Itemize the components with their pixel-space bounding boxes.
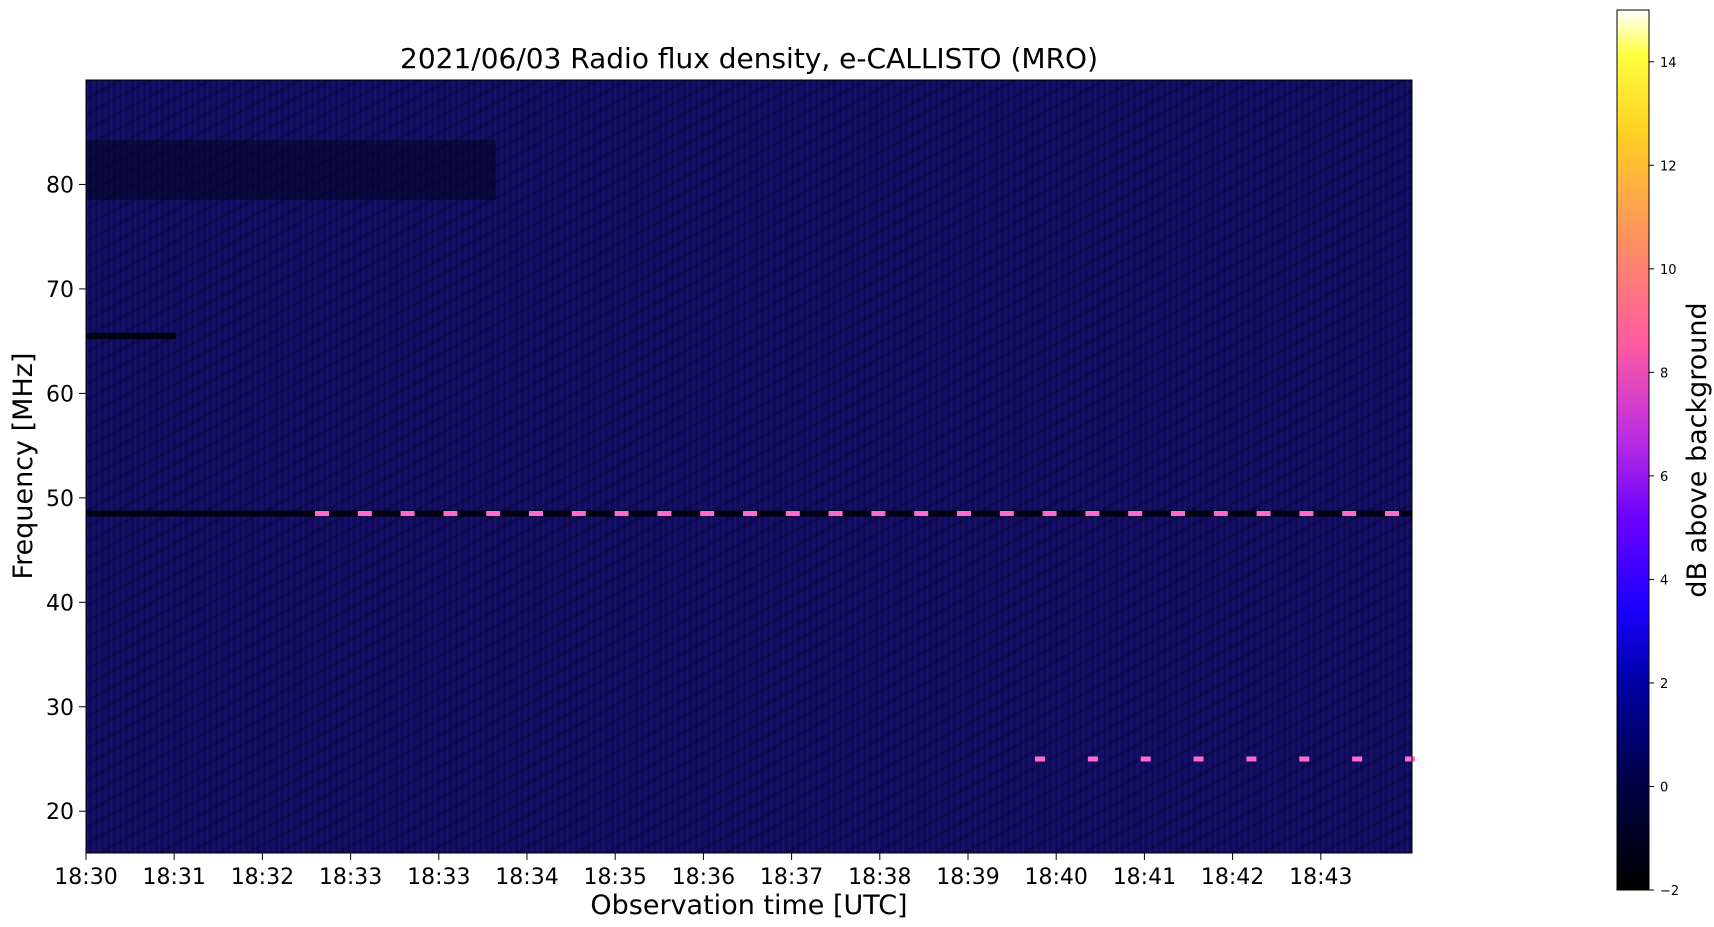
y-tick-label: 50 <box>46 487 74 512</box>
colorbar-tick-label: 14 <box>1660 56 1677 71</box>
bright-band-segment <box>1385 511 1399 517</box>
bright-band-segment <box>1042 511 1057 517</box>
x-tick-label: 18:32 <box>231 865 294 890</box>
bright-band-segment <box>1299 756 1310 762</box>
spectrogram-chart: 2021/06/03 Radio flux density, e-CALLIST… <box>8 9 1713 921</box>
bright-band-segment <box>657 511 672 517</box>
x-tick-label: 18:41 <box>1113 865 1176 890</box>
x-tick-label: 18:38 <box>848 865 911 890</box>
bright-band-segment <box>1213 511 1228 517</box>
bright-band-segment <box>529 511 543 517</box>
bright-band-segment <box>357 511 372 517</box>
y-tick-label: 80 <box>46 173 74 198</box>
y-tick-label: 30 <box>46 696 74 721</box>
x-tick-label: 18:43 <box>1289 865 1352 890</box>
upper-dark-region <box>86 140 496 200</box>
bright-band-segment <box>571 511 586 517</box>
bright-band-segment <box>914 511 929 517</box>
colorbar-tick-label: 8 <box>1660 366 1668 381</box>
x-axis-label: Observation time [UTC] <box>590 890 907 921</box>
bright-band-segment <box>743 511 757 517</box>
bright-band-segment <box>1405 756 1415 762</box>
bright-band-segment <box>785 511 800 517</box>
bright-band-segment <box>1256 511 1271 517</box>
y-axis: 20 30 40 50 60 70 80 <box>46 173 86 825</box>
x-tick-label: 18:33 <box>407 865 470 890</box>
bright-band-segment <box>1171 511 1185 517</box>
bright-band-segment <box>1035 756 1045 762</box>
colorbar-ticks: −2 0 2 4 6 8 10 12 14 <box>1649 56 1679 899</box>
chart-title: 2021/06/03 Radio flux density, e-CALLIST… <box>400 42 1098 75</box>
plot-area <box>85 79 1415 854</box>
y-tick-label: 20 <box>46 800 74 825</box>
bright-band-segment <box>400 511 415 517</box>
colorbar-tick-label: 6 <box>1660 470 1668 485</box>
bright-band-segment <box>1193 756 1204 762</box>
bright-band-segment <box>871 511 886 517</box>
bright-band-segment <box>1246 756 1257 762</box>
y-tick-label: 40 <box>46 591 74 616</box>
x-tick-label: 18:33 <box>319 865 382 890</box>
x-tick-label: 18:40 <box>1024 865 1087 890</box>
bright-band-segment <box>828 511 843 517</box>
colorbar-gradient <box>1616 9 1650 891</box>
x-axis: 18:30 18:31 18:32 18:33 18:33 18:34 18:35 18:36… <box>54 853 1353 890</box>
colorbar: −2 0 2 4 6 8 10 12 14 dB above background <box>1616 9 1713 899</box>
bright-band-segment <box>315 511 329 517</box>
x-tick-label: 18:30 <box>54 865 117 890</box>
y-axis-label: Frequency [MHz] <box>8 353 39 580</box>
x-tick-label: 18:34 <box>495 865 558 890</box>
colorbar-label: dB above background <box>1682 302 1713 597</box>
y-tick-label: 60 <box>46 382 74 407</box>
x-tick-label: 18:31 <box>142 865 205 890</box>
colorbar-tick-label: 12 <box>1660 159 1677 174</box>
dark-band <box>86 332 176 339</box>
x-tick-label: 18:35 <box>583 865 646 890</box>
colorbar-tick-label: 10 <box>1660 263 1677 278</box>
bright-band-segment <box>999 511 1014 517</box>
bright-band-segment <box>957 511 971 517</box>
colorbar-tick-label: 4 <box>1660 573 1668 588</box>
bright-band-segment <box>1087 756 1098 762</box>
y-tick-label: 70 <box>46 278 74 303</box>
bright-band-segment <box>1128 511 1143 517</box>
x-tick-label: 18:42 <box>1201 865 1264 890</box>
bright-band-segment <box>1140 756 1151 762</box>
x-tick-label: 18:37 <box>760 865 823 890</box>
x-tick-label: 18:36 <box>672 865 735 890</box>
x-tick-label: 18:39 <box>936 865 999 890</box>
colorbar-tick-label: −2 <box>1660 884 1679 899</box>
bright-band-segment <box>1342 511 1357 517</box>
bright-band-segment <box>1085 511 1100 517</box>
bright-band-segment <box>1299 511 1314 517</box>
bright-band-segment <box>700 511 715 517</box>
bright-band-segment <box>486 511 501 517</box>
colorbar-tick-label: 0 <box>1660 780 1668 795</box>
bright-band-segment <box>443 511 458 517</box>
bright-band-segment <box>614 511 629 517</box>
bright-band-segment <box>1352 756 1363 762</box>
colorbar-tick-label: 2 <box>1660 677 1668 692</box>
